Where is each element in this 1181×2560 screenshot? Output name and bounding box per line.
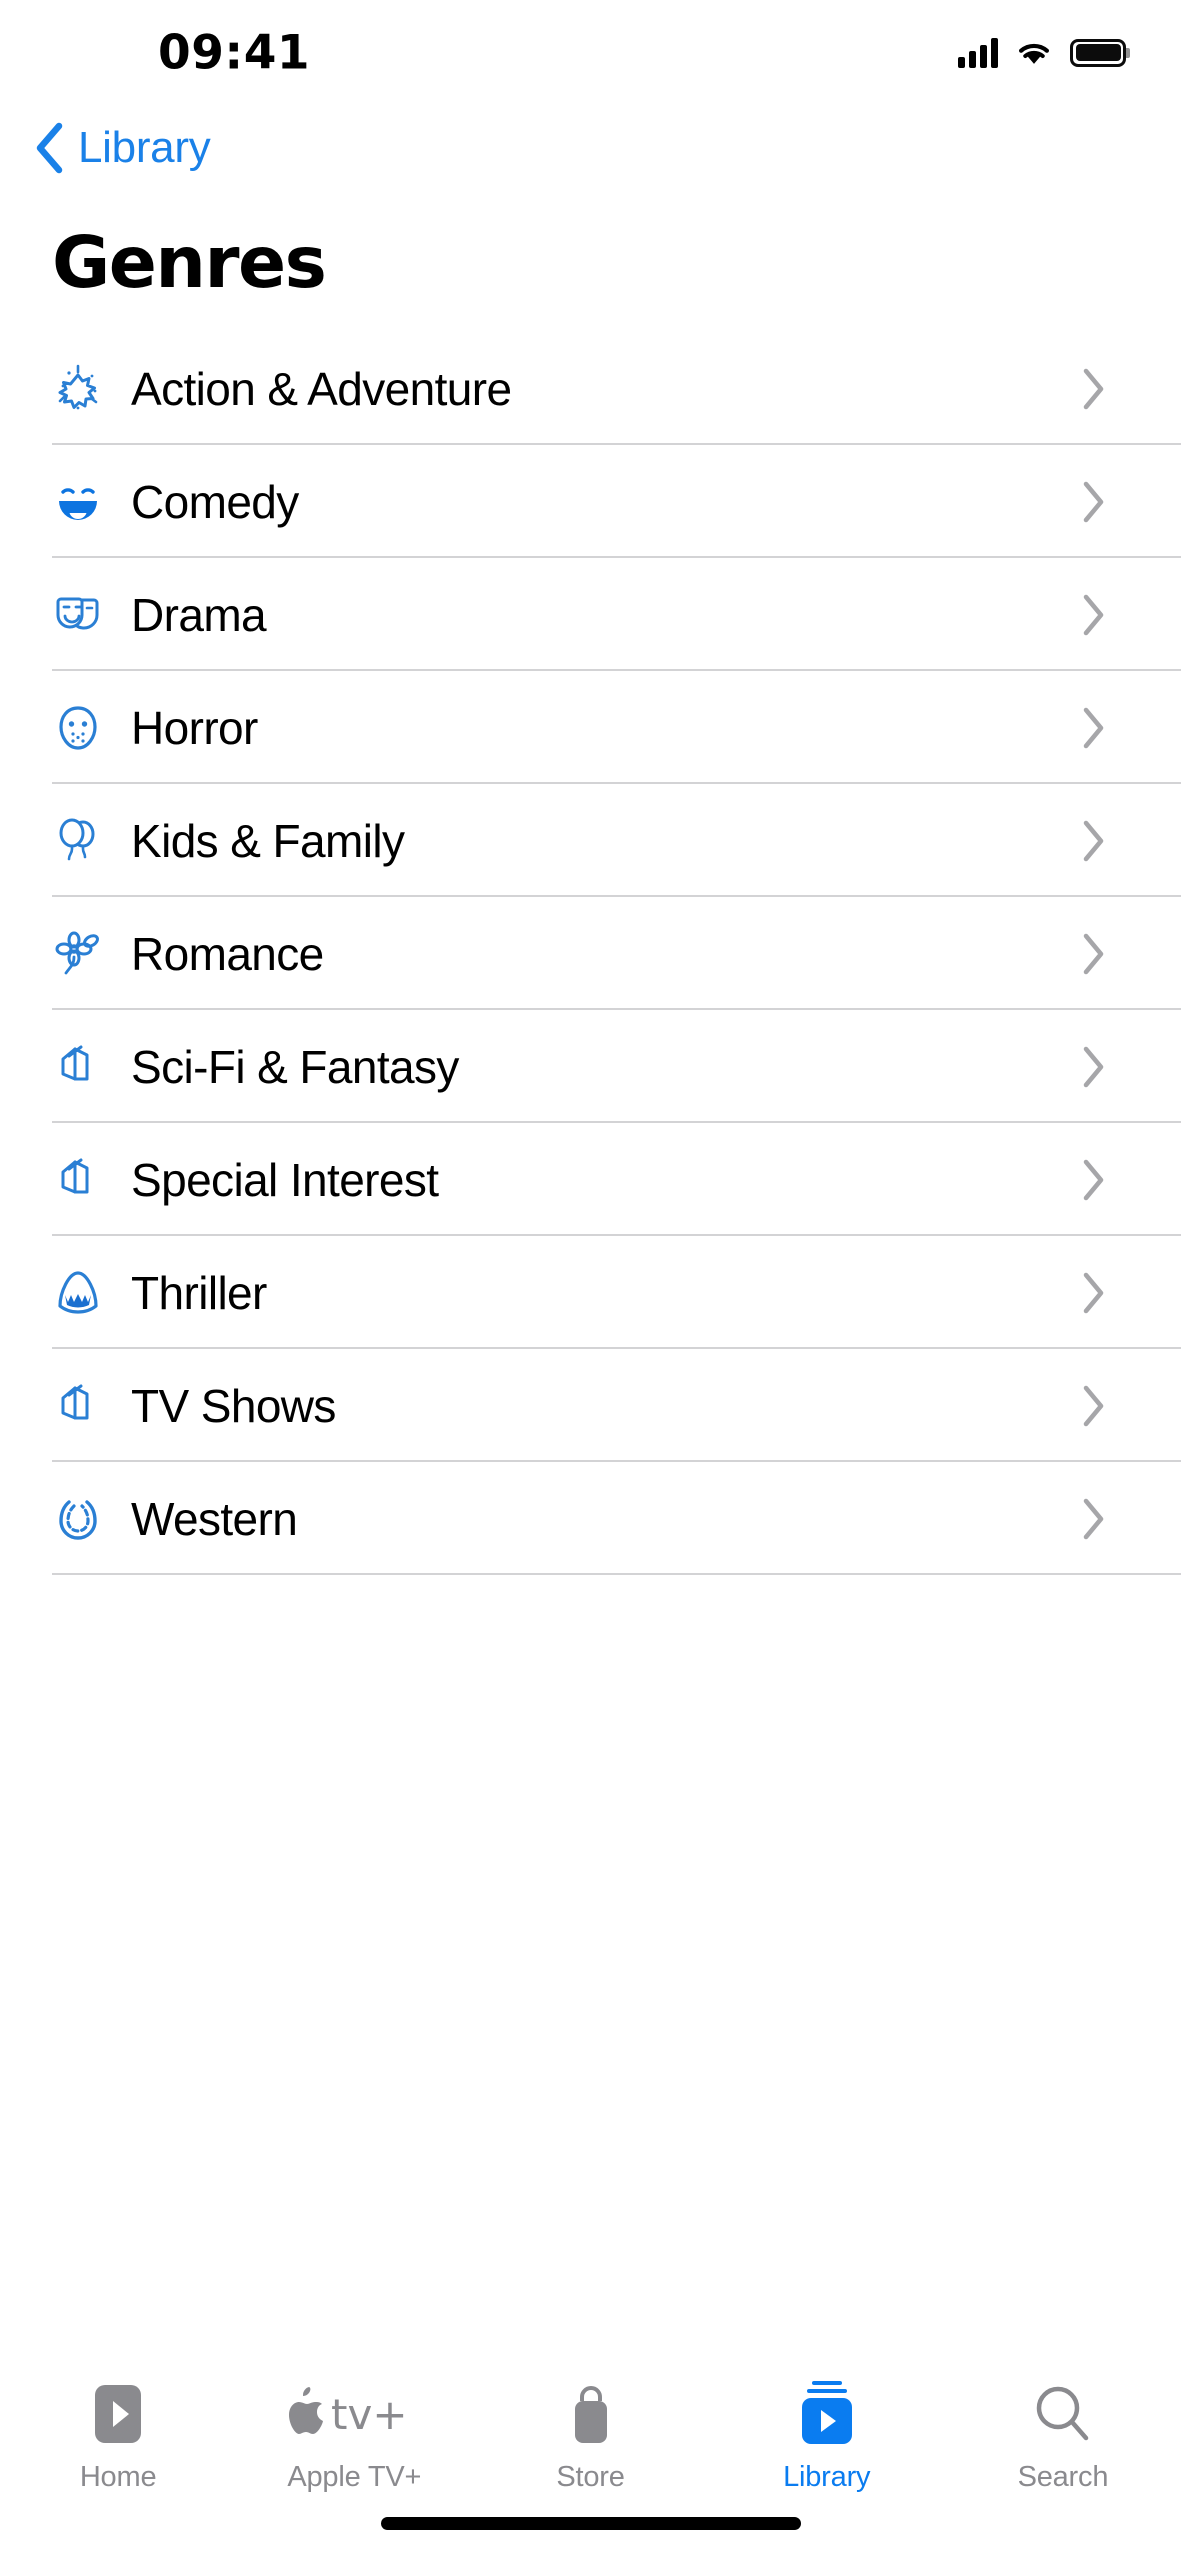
tab-home[interactable]: Home <box>0 2377 236 2494</box>
chevron-right-icon <box>1081 593 1181 637</box>
hockey-mask-icon <box>52 702 104 754</box>
tab-bar: Home tv+ Apple TV+ Store Library Search <box>0 2355 1181 2560</box>
list-item-label: Kids & Family <box>131 814 405 867</box>
list-item-label: Action & Adventure <box>131 362 512 415</box>
list-item[interactable]: Romance <box>0 897 1181 1010</box>
list-item-label: Drama <box>131 588 267 641</box>
list-item[interactable]: Drama <box>0 558 1181 671</box>
list-item-label: Western <box>131 1492 298 1545</box>
chevron-right-icon <box>1081 1497 1181 1541</box>
book-stack-icon <box>52 1041 104 1093</box>
navigation-bar: Library <box>0 105 1181 191</box>
genres-list: Action & Adventure Comedy Drama Horror K… <box>0 332 1181 1575</box>
library-play-icon <box>796 2377 858 2451</box>
list-item-label: TV Shows <box>131 1379 336 1432</box>
tab-home-label: Home <box>79 2461 157 2493</box>
chevron-right-icon <box>1081 819 1181 863</box>
status-bar-time: 09:41 <box>158 25 311 80</box>
back-button[interactable]: Library <box>34 122 211 174</box>
shark-jaws-icon <box>52 1267 104 1319</box>
horseshoe-icon <box>52 1493 104 1545</box>
chevron-right-icon <box>1081 367 1181 411</box>
list-item[interactable]: Action & Adventure <box>0 332 1181 445</box>
laughing-face-icon <box>52 476 104 528</box>
shopping-bag-icon <box>562 2377 620 2451</box>
theater-masks-icon <box>52 589 104 641</box>
list-item-label: Horror <box>131 701 258 754</box>
list-item[interactable]: Western <box>0 1462 1181 1575</box>
list-item[interactable]: TV Shows <box>0 1349 1181 1462</box>
list-item-label: Thriller <box>131 1266 267 1319</box>
list-item[interactable]: Special Interest <box>0 1123 1181 1236</box>
list-item[interactable]: Thriller <box>0 1236 1181 1349</box>
status-bar: 09:41 <box>0 0 1181 105</box>
list-item[interactable]: Horror <box>0 671 1181 784</box>
svg-text:tv+: tv+ <box>331 2390 408 2439</box>
balloons-icon <box>52 815 104 867</box>
tab-store-label: Store <box>556 2461 625 2493</box>
magnifier-icon <box>1032 2377 1094 2451</box>
chevron-right-icon <box>1081 480 1181 524</box>
wifi-icon <box>1018 43 1050 64</box>
apple-tvplus-icon: tv+ <box>279 2377 429 2451</box>
list-item[interactable]: Comedy <box>0 445 1181 558</box>
tab-store[interactable]: Store <box>472 2377 708 2494</box>
starburst-icon <box>52 363 104 415</box>
chevron-left-icon <box>36 122 63 174</box>
tab-search[interactable]: Search <box>945 2377 1181 2494</box>
play-rect-icon <box>89 2377 147 2451</box>
back-button-label: Library <box>78 123 211 172</box>
flower-icon <box>52 928 104 980</box>
list-item-label: Comedy <box>131 475 299 528</box>
chevron-right-icon <box>1081 706 1181 750</box>
chevron-right-icon <box>1081 1384 1181 1428</box>
status-bar-indicators <box>958 37 1126 68</box>
tab-library[interactable]: Library <box>709 2377 945 2494</box>
tab-apple-tv-plus-label: Apple TV+ <box>287 2461 422 2493</box>
list-item-label: Romance <box>131 927 324 980</box>
book-stack-icon <box>52 1380 104 1432</box>
chevron-right-icon <box>1081 932 1181 976</box>
tab-search-label: Search <box>1017 2461 1109 2493</box>
battery-full-icon <box>1070 38 1126 67</box>
tab-apple-tv-plus[interactable]: tv+ Apple TV+ <box>236 2377 472 2494</box>
list-item[interactable]: Sci-Fi & Fantasy <box>0 1010 1181 1123</box>
home-indicator <box>380 2517 801 2530</box>
page-title: Genres <box>52 221 327 304</box>
tab-library-label: Library <box>783 2461 871 2493</box>
list-item-label: Special Interest <box>131 1153 439 1206</box>
list-item[interactable]: Kids & Family <box>0 784 1181 897</box>
list-item-label: Sci-Fi & Fantasy <box>131 1040 459 1093</box>
signal-bars-icon <box>958 37 998 68</box>
chevron-right-icon <box>1081 1045 1181 1089</box>
chevron-right-icon <box>1081 1271 1181 1315</box>
book-stack-icon <box>52 1154 104 1206</box>
chevron-right-icon <box>1081 1158 1181 1202</box>
